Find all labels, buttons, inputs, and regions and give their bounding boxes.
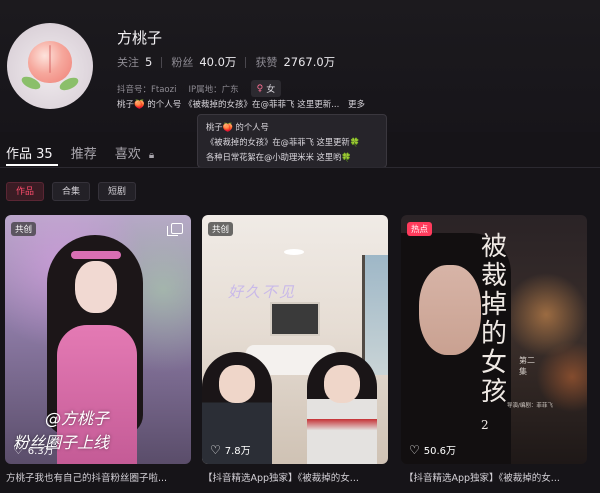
episode-label: 第二集	[519, 356, 535, 376]
thumbnail-figure	[71, 251, 121, 259]
gender-badge: ♀ 女	[250, 80, 282, 97]
subtab-collections[interactable]: 合集	[52, 182, 91, 201]
lock-icon: 🔒︎	[148, 150, 155, 161]
heart-icon: ♡	[210, 442, 221, 457]
video-caption[interactable]: 【抖音精选App独家】《被裁掉的女...	[203, 470, 393, 484]
tab-likes[interactable]: 喜欢 🔒︎	[115, 143, 154, 162]
profile-stats: 关注 5 粉丝 40.0万 获赞 2767.0万	[117, 54, 335, 70]
ip-location: IP属地：广东	[188, 84, 239, 95]
credit-text: 导演/编剧：菲菲飞	[507, 403, 553, 409]
thumbnail-figure	[362, 255, 388, 375]
subtab-works[interactable]: 作品	[6, 182, 45, 201]
following-label[interactable]: 关注	[117, 54, 139, 70]
following-count[interactable]: 5	[145, 55, 152, 69]
thumbnail-title-char: 掉	[481, 290, 508, 320]
bio-text: 桃子🍑 的个人号 《被裁掉的女孩》在@菲菲飞 这里更新...	[117, 100, 340, 110]
female-icon: ♀	[256, 83, 264, 94]
video-likes: ♡ 7.8万	[210, 442, 251, 458]
video-likes: ♡ 50.6万	[409, 442, 457, 458]
hot-badge: 热点	[407, 222, 433, 236]
tooltip-line: 《被裁掉的女孩》在@菲菲飞 这里更新🍀	[206, 137, 361, 147]
thumbnail-figure	[284, 249, 304, 255]
cocreate-badge: 共创	[11, 222, 37, 236]
avatar[interactable]	[7, 23, 93, 109]
tab-count: 35	[36, 147, 53, 162]
thumbnail-figure	[270, 302, 320, 336]
video-caption[interactable]: 方桃子我也有自己的抖音粉丝圈子啦...	[6, 470, 196, 484]
douyin-id: 抖音号：Ftaozi	[117, 84, 177, 95]
thumbnail-title-char: 女	[481, 348, 508, 378]
tab-works[interactable]: 作品 35	[6, 143, 53, 162]
likes-count: 7.8万	[224, 446, 251, 457]
subtabs: 作品 合集 短剧	[6, 182, 144, 201]
profile-name: 方桃子	[117, 29, 163, 47]
followers-label[interactable]: 粉丝	[171, 54, 193, 70]
tooltip-line: 各种日常花絮在@小助理米米 这里哟🍀	[206, 152, 352, 162]
thumbnail-title-char: 孩	[481, 377, 508, 407]
thumbnail-figure	[324, 365, 360, 403]
multi-image-icon	[167, 223, 183, 236]
video-likes: ♡ 6.3万	[13, 442, 54, 458]
tab-label: 喜欢	[114, 147, 141, 162]
likes-count: 50.6万	[423, 446, 457, 457]
thumbnail-title-char: 被	[481, 232, 508, 262]
likes-count: 6.3万	[27, 446, 54, 457]
profile-bio: 桃子🍑 的个人号 《被裁掉的女孩》在@菲菲飞 这里更新... 更多	[117, 98, 365, 110]
heart-icon: ♡	[409, 442, 420, 457]
likes-label: 获赞	[255, 56, 278, 69]
active-tab-indicator	[6, 164, 58, 166]
cocreate-badge: 共创	[208, 222, 234, 236]
thumbnail-title-char: 裁	[481, 261, 508, 291]
likes-count: 2767.0万	[283, 55, 336, 69]
tooltip-line: 桃子🍑 的个人号	[206, 122, 269, 132]
profile-tabs: 作品 35 推荐 喜欢 🔒︎	[6, 143, 172, 162]
bio-more-link[interactable]: 更多	[348, 100, 365, 110]
gender-label: 女	[266, 85, 276, 95]
video-card[interactable]: 好久不见 共创 ♡ 7.8万	[202, 215, 388, 464]
divider	[0, 167, 600, 168]
followers-count[interactable]: 40.0万	[199, 54, 236, 70]
thumbnail-figure	[419, 265, 481, 355]
thumbnail-title-sup: 2	[481, 418, 489, 432]
tab-label: 作品	[6, 147, 33, 162]
bio-tooltip: 桃子🍑 的个人号 《被裁掉的女孩》在@菲菲飞 这里更新🍀 各种日常花絮在@小助理…	[197, 114, 387, 168]
heart-icon: ♡	[13, 442, 24, 457]
divider	[161, 56, 163, 68]
thumbnail-figure	[75, 261, 117, 313]
divider	[245, 56, 247, 68]
tab-label: 推荐	[70, 147, 97, 162]
video-card[interactable]: @方桃子 粉丝圈子上线 共创 ♡ 6.3万	[5, 215, 191, 464]
video-card[interactable]: 被 裁 掉 的 女 孩 2 第二集 导演/编剧：菲菲飞 热点 ♡ 50.6万	[401, 215, 587, 464]
profile-meta: 抖音号：Ftaozi IP属地：广东 ♀ 女	[117, 80, 282, 97]
thumbnail-overlay-text: @方桃子	[45, 409, 110, 428]
tab-recommend[interactable]: 推荐	[71, 143, 97, 162]
thumbnail-title-char: 的	[481, 319, 508, 349]
video-caption[interactable]: 【抖音精选App独家】《被裁掉的女...	[404, 470, 594, 484]
subtab-short-drama[interactable]: 短剧	[98, 182, 137, 201]
thumbnail-figure	[219, 365, 255, 403]
thumbnail-overlay-text: 好久不见	[228, 283, 297, 301]
peach-icon	[28, 41, 72, 83]
